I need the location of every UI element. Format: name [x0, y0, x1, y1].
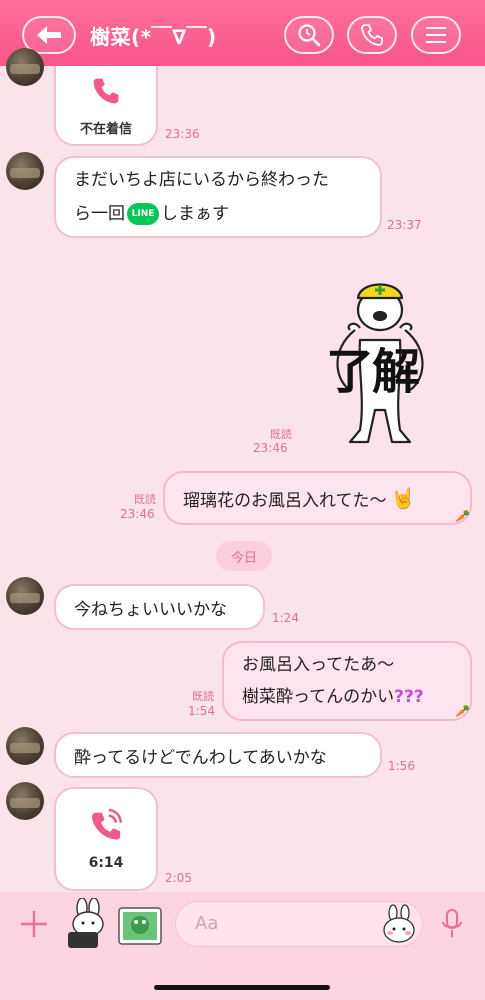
- message-time: 1:54: [188, 704, 215, 718]
- avatar[interactable]: [6, 152, 44, 190]
- message-bubble[interactable]: 今ねちょいいいかな: [54, 584, 265, 630]
- phone-icon: [93, 78, 119, 104]
- message-time: 23:46: [120, 507, 155, 521]
- microphone-icon[interactable]: [440, 908, 464, 940]
- sticker-text: 了解: [326, 344, 420, 400]
- carrot-icon: 🥕: [455, 509, 470, 523]
- question-emoji: ???: [394, 687, 424, 707]
- message-text: まだいちよ店にいるから終わった: [74, 170, 329, 190]
- line-logo-icon: LINE: [127, 203, 159, 225]
- rock-hand-emoji: 🤘: [390, 486, 416, 510]
- search-icon: [298, 24, 321, 47]
- message-bubble[interactable]: 瑠璃花のお風呂入れてた〜 🤘: [163, 471, 472, 525]
- sticker-icon[interactable]: [64, 898, 110, 950]
- date-separator: 今日: [216, 541, 272, 571]
- message-time: 2:05: [165, 871, 192, 885]
- message-time: 23:46: [253, 441, 288, 455]
- avatar[interactable]: [6, 727, 44, 765]
- message-bubble[interactable]: 酔ってるけどでんわしてあいかな: [54, 732, 382, 778]
- message-time: 23:36: [165, 127, 200, 141]
- read-receipt: 既読: [134, 493, 156, 506]
- call-card[interactable]: 6:14: [54, 787, 158, 891]
- message-time: 23:37: [387, 218, 422, 232]
- phone-icon: [361, 24, 383, 46]
- missed-call-label: 不在着信: [79, 122, 132, 137]
- phone-call-icon: [91, 808, 123, 840]
- back-arrow-icon: [37, 26, 61, 44]
- message-bubble[interactable]: まだいちよ店にいるから終わった ら一回 LINE しまぁす: [54, 156, 382, 238]
- message-text: 樹菜酔ってんのかい???: [242, 687, 424, 707]
- message-input-placeholder: Aa: [195, 913, 219, 934]
- call-duration: 6:14: [88, 855, 124, 871]
- read-receipt: 既読: [270, 428, 292, 441]
- missed-call-card[interactable]: 不在着信: [54, 66, 158, 146]
- avatar[interactable]: [6, 48, 44, 86]
- carrot-icon: 🥕: [455, 704, 470, 718]
- chat-title: 樹菜(*￣∇￣): [90, 25, 217, 49]
- photo-icon[interactable]: [118, 907, 162, 945]
- avatar[interactable]: [6, 782, 44, 820]
- menu-button[interactable]: [411, 16, 461, 54]
- message-text: ら一回 LINE しまぁす: [74, 203, 229, 225]
- message-bubble[interactable]: お風呂入ってたあ〜 樹菜酔ってんのかい???: [222, 641, 472, 721]
- message-text: 瑠璃花のお風呂入れてた〜: [183, 490, 387, 511]
- read-receipt: 既読: [192, 690, 214, 703]
- emoji-icon[interactable]: [381, 904, 417, 944]
- message-time: 1:24: [272, 611, 299, 625]
- hamburger-menu-icon: [426, 27, 446, 43]
- message-time: 1:56: [388, 759, 415, 773]
- home-indicator[interactable]: [154, 985, 330, 990]
- message-text: お風呂入ってたあ〜: [242, 655, 395, 675]
- plus-icon[interactable]: [19, 909, 49, 939]
- chat-header: 樹菜(*￣∇￣): [0, 0, 485, 66]
- message-text: 酔ってるけどでんわしてあいかな: [74, 747, 327, 768]
- avatar[interactable]: [6, 577, 44, 615]
- message-text: 今ねちょいいいかな: [74, 599, 227, 620]
- call-button[interactable]: [347, 16, 397, 54]
- search-button[interactable]: [284, 16, 334, 54]
